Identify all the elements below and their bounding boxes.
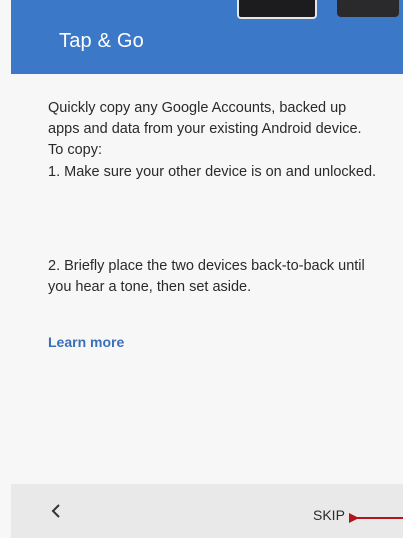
back-button[interactable]: [47, 499, 67, 523]
chevron-left-icon: [51, 504, 60, 518]
navigation-bar: SKIP: [11, 484, 403, 538]
tap-and-go-screen: Tap & Go Quickly copy any Google Account…: [0, 0, 403, 538]
header-bar: Tap & Go: [11, 0, 403, 74]
device-image-right: [337, 0, 399, 17]
page-title: Tap & Go: [59, 30, 144, 52]
learn-more-link[interactable]: Learn more: [48, 334, 124, 350]
arrow-right-icon: [349, 513, 403, 523]
intro-text: Quickly copy any Google Accounts, backed…: [48, 100, 362, 158]
step-2-text: 2. Briefly place the two devices back-to…: [48, 258, 365, 295]
skip-button[interactable]: SKIP: [313, 507, 345, 523]
content-area: Quickly copy any Google Accounts, backed…: [11, 74, 403, 484]
device-image-left: [237, 0, 317, 19]
step-1-text: 1. Make sure your other device is on and…: [48, 164, 377, 180]
